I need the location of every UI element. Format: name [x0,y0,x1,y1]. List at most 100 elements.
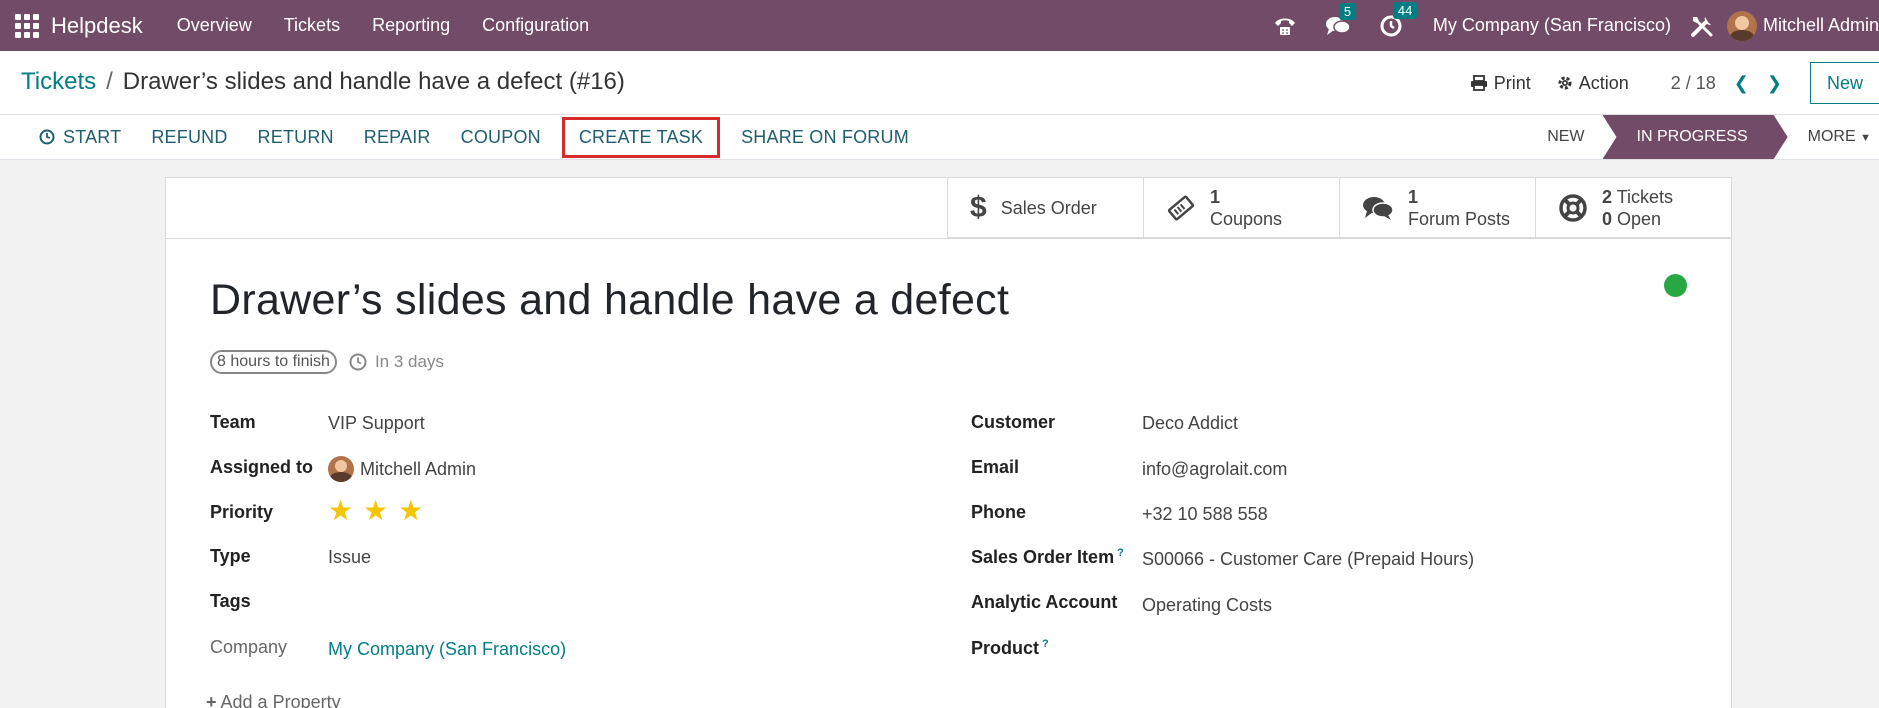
breadcrumb-tickets[interactable]: Tickets [21,68,96,96]
action-button[interactable]: Action [1557,73,1629,94]
analytic-account-field[interactable]: Operating Costs [1142,595,1272,616]
smart-buttons-divider [166,238,1731,239]
customer-label: Customer [971,412,1056,432]
sla-row: 8 hours to finish In 3 days [210,350,444,374]
ticket-title[interactable]: Drawer’s slides and handle have a defect [210,276,1009,325]
breadcrumb-current: Drawer’s slides and handle have a defect… [122,68,625,95]
company-field[interactable]: My Company (San Francisco) [328,639,566,660]
control-panel: Tickets / Drawer’s slides and handle hav… [0,51,1879,114]
open-count: 0 [1602,209,1613,229]
dollar-icon: $ [970,191,987,224]
share-on-forum-button[interactable]: SHARE ON FORUM [741,127,909,148]
forum-posts-label: Forum Posts [1408,209,1511,229]
assigned-to-label: Assigned to [210,457,314,477]
repair-button[interactable]: REPAIR [364,127,431,148]
start-button[interactable]: START [39,127,121,148]
ticket-tag-icon [1167,195,1195,221]
sales-order-item-label-text: Sales Order Item [971,547,1115,567]
assignee-avatar [328,456,354,482]
menu-tickets[interactable]: Tickets [284,15,340,36]
breadcrumb: Tickets / Drawer’s slides and handle hav… [21,68,625,96]
printer-icon [1470,75,1487,91]
company-switcher[interactable]: My Company (San Francisco) [1433,15,1671,36]
phone-label: Phone [971,502,1027,522]
team-label: Team [210,412,256,432]
priority-stars[interactable]: ★ ★ ★ [328,497,427,525]
add-property-button[interactable]: + Add a Property [206,692,341,708]
sales-order-item-field[interactable]: S00066 - Customer Care (Prepaid Hours) [1142,549,1474,570]
tickets-count: 2 [1602,187,1613,207]
debug-tools-icon[interactable] [1689,13,1715,39]
pager-next-icon[interactable]: ❯ [1767,73,1782,94]
print-label: Print [1493,72,1531,93]
coupons-smart-button[interactable]: 1 Coupons [1143,178,1339,238]
user-avatar[interactable] [1726,10,1757,41]
add-property-label: Add a Property [220,692,341,708]
menu-configuration[interactable]: Configuration [482,15,589,36]
type-label: Type [210,546,251,566]
print-button[interactable]: Print [1470,73,1531,94]
control-actions: Print Action 2 / 18 ❮ ❯ New [1470,62,1879,104]
stage-in-progress[interactable]: IN PROGRESS [1603,115,1788,159]
star-icon[interactable]: ★ [328,497,353,525]
start-label: START [63,126,122,147]
help-tooltip-icon[interactable]: ? [1042,638,1049,650]
messages-badge: 5 [1338,2,1357,20]
priority-label: Priority [210,502,274,522]
open-label: Open [1617,209,1662,229]
more-label: MORE [1807,128,1856,145]
product-label: Product? [971,638,1049,659]
forum-posts-count: 1 [1408,187,1419,207]
stage-pipeline: NEW IN PROGRESS MORE ▼ [1529,115,1879,159]
new-button[interactable]: New [1809,62,1879,104]
caret-down-icon: ▼ [1860,132,1871,144]
tickets-smart-button[interactable]: 2 Tickets 0 Open [1535,178,1731,238]
top-navbar: Helpdesk Overview Tickets Reporting Conf… [0,0,1879,51]
menu-overview[interactable]: Overview [177,15,252,36]
company-label: Company [210,637,288,657]
coupons-label: Coupons [1210,209,1283,229]
analytic-account-label: Analytic Account [971,592,1118,612]
forum-posts-smart-button[interactable]: 1 Forum Posts [1339,178,1535,238]
deadline-text: In 3 days [374,352,444,371]
phone-icon[interactable] [1273,15,1297,37]
breadcrumb-separator: / [106,68,113,95]
sales-order-smart-button[interactable]: $ Sales Order [947,178,1143,238]
messages-icon[interactable]: 5 [1325,2,1357,37]
product-label-text: Product [971,638,1040,658]
form-sheet: $ Sales Order 1 Coupons 1 Forum Posts 2 … [165,177,1732,708]
clock-icon [349,353,367,371]
apps-menu-icon[interactable] [14,13,40,39]
email-field[interactable]: info@agrolait.com [1142,459,1287,480]
stage-new[interactable]: NEW [1529,128,1602,146]
customer-field[interactable]: Deco Addict [1142,413,1238,434]
type-field[interactable]: Issue [328,547,371,568]
refund-button[interactable]: REFUND [151,127,227,148]
status-bar: START REFUND RETURN REPAIR COUPON CREATE… [0,114,1879,160]
phone-field[interactable]: +32 10 588 558 [1142,504,1268,525]
kanban-state-dot[interactable] [1664,274,1687,297]
assigned-to-field[interactable]: Mitchell Admin [328,456,476,482]
app-brand[interactable]: Helpdesk [51,13,143,39]
team-field[interactable]: VIP Support [328,413,425,434]
create-task-button[interactable]: CREATE TASK [561,116,721,158]
star-icon[interactable]: ★ [363,497,388,525]
email-label: Email [971,457,1020,477]
pager-previous-icon[interactable]: ❮ [1734,73,1749,94]
star-icon[interactable]: ★ [398,497,423,525]
pager-value[interactable]: 2 / 18 [1671,73,1716,94]
plus-icon: + [206,692,217,708]
help-tooltip-icon[interactable]: ? [1117,547,1124,559]
sla-tag: 8 hours to finish [210,350,337,374]
clock-icon [39,129,55,145]
user-menu[interactable]: Mitchell Admin [1763,15,1879,36]
activities-clock-icon[interactable]: 44 [1379,1,1418,38]
menu-reporting[interactable]: Reporting [372,15,450,36]
coupon-button[interactable]: COUPON [461,127,541,148]
assignee-name: Mitchell Admin [360,458,477,479]
deadline: In 3 days [349,352,444,372]
life-ring-icon [1559,194,1587,222]
stage-more-dropdown[interactable]: MORE ▼ [1788,128,1879,146]
return-button[interactable]: RETURN [258,127,334,148]
activities-badge: 44 [1392,1,1418,19]
